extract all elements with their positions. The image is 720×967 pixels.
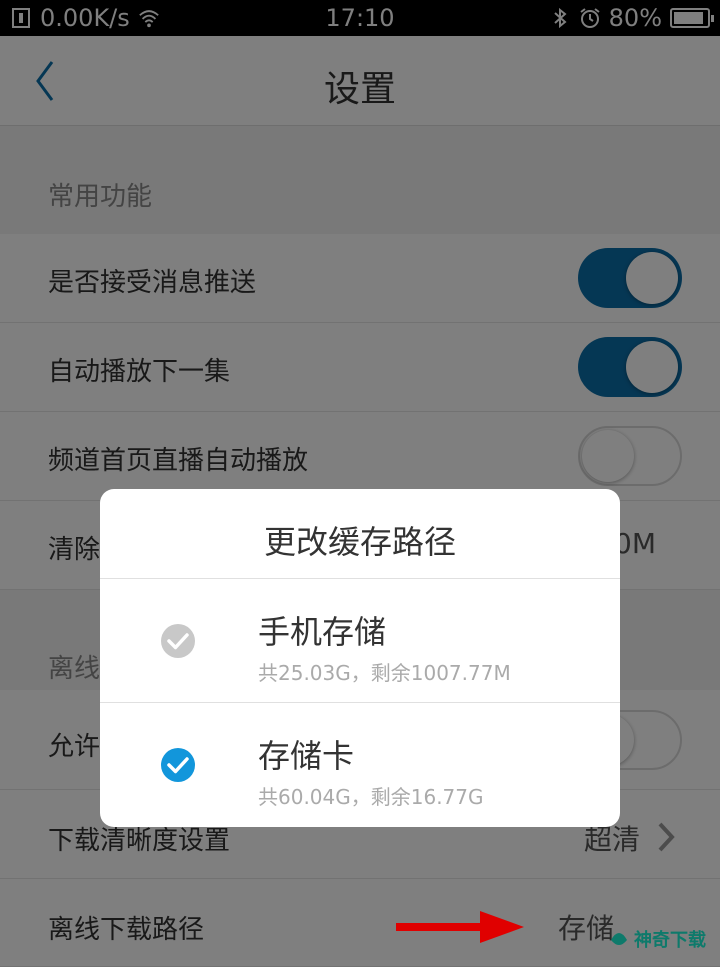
storage-option-phone[interactable]: 手机存储 共25.03G，剩余1007.77M [100,579,620,703]
storage-option-detail: 共60.04G，剩余16.77G [258,785,484,809]
storage-option-detail: 共25.03G，剩余1007.77M [258,661,511,685]
storage-option-name: 存储卡 [258,737,355,775]
check-circle-selected-icon [161,748,195,782]
watermark-logo: 神奇下载 [608,926,706,952]
check-circle-icon [161,624,195,658]
watermark-text: 神奇下载 [634,930,706,951]
storage-option-sdcard[interactable]: 存储卡 共60.04G，剩余16.77G [100,703,620,827]
storage-option-name: 手机存储 [258,613,387,651]
dialog-title: 更改缓存路径 [100,489,620,579]
red-arrow-icon [396,911,524,943]
cache-path-dialog: 更改缓存路径 手机存储 共25.03G，剩余1007.77M 存储卡 共60.0… [100,489,620,827]
watermark-leaf-icon [611,933,627,945]
